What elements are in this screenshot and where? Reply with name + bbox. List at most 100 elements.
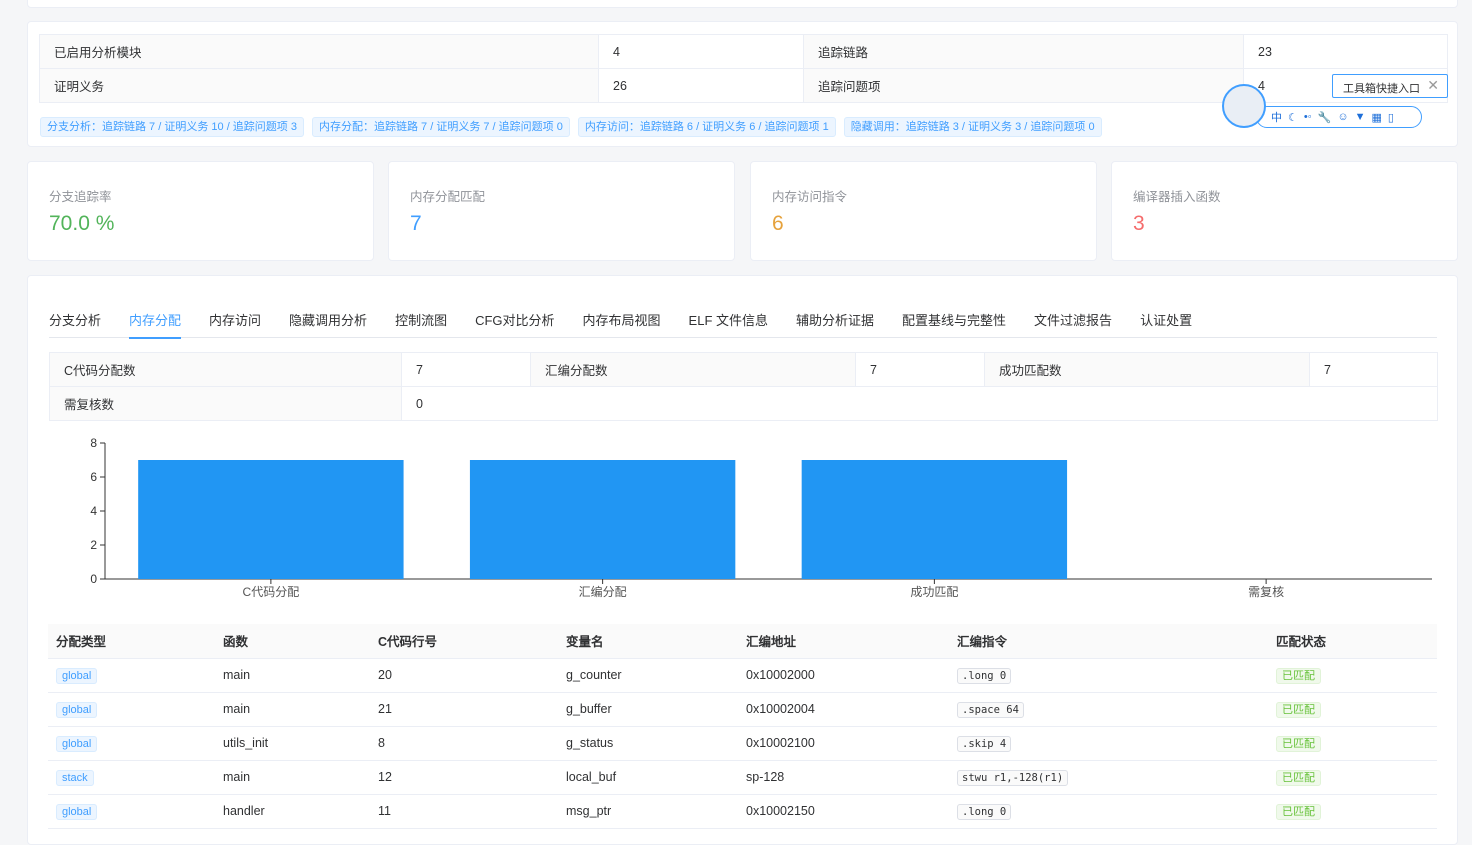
match-status-tag: 已匹配 <box>1276 804 1321 820</box>
col-match-status[interactable]: 匹配状态 <box>1268 624 1437 659</box>
tag-hidden-call: 隐藏调用：追踪链路 3 / 证明义务 3 / 追踪问题项 0 <box>843 117 1102 137</box>
label-asm-alloc: 汇编分配数 <box>530 352 856 387</box>
col-function[interactable]: 函数 <box>215 624 370 659</box>
col-asm-instr[interactable]: 汇编指令 <box>949 624 1268 659</box>
tab-cfg[interactable]: 控制流图 <box>395 296 447 338</box>
table-cell: 已匹配 <box>1268 658 1437 693</box>
value-c-alloc: 7 <box>401 352 531 387</box>
table-row[interactable]: global handler 11 msg_ptr 0x10002150 .long 0 已… <box>48 794 1437 829</box>
table-cell: 11 <box>370 794 558 829</box>
value-matched: 7 <box>1309 352 1438 387</box>
ime-toolbar[interactable]: 工具箱快捷入口 ✕ 中 ☾ •◦ 🔧 ☺ ▼ ▦ ▯ <box>1222 74 1452 134</box>
stat-memory-access-instr: 内存访问指令 6 <box>750 161 1097 261</box>
avatar[interactable] <box>1222 84 1266 128</box>
cell-function: handler <box>223 804 265 818</box>
value-obligations: 26 <box>598 68 804 103</box>
table-cell: utils_init <box>215 726 370 761</box>
table-cell: .long 0 <box>949 794 1268 829</box>
tab-hidden-call[interactable]: 隐藏调用分析 <box>289 296 367 338</box>
table-cell: main <box>215 760 370 795</box>
value-trace-links: 23 <box>1243 34 1448 69</box>
label-obligations: 证明义务 <box>39 68 599 103</box>
module-tags: 分支分析：追踪链路 7 / 证明义务 10 / 追踪问题项 3 内存分配：追踪链… <box>40 117 1102 137</box>
tab-memory-alloc[interactable]: 内存分配 <box>129 296 182 339</box>
cell-c-line: 20 <box>378 668 392 682</box>
cell-function: main <box>223 702 251 716</box>
moon-icon[interactable]: ☾ <box>1288 111 1298 124</box>
table-cell: global <box>48 726 215 761</box>
tab-memory-layout[interactable]: 内存布局视图 <box>583 296 661 338</box>
stat-title: 编译器插入函数 <box>1133 190 1221 204</box>
cell-asm-instr: .space 64 <box>957 702 1024 718</box>
tab-certification[interactable]: 认证处置 <box>1140 296 1192 338</box>
table-cell: g_counter <box>558 658 738 693</box>
tab-cfg-compare[interactable]: CFG对比分析 <box>475 296 554 338</box>
cell-asm-instr: .skip 4 <box>957 736 1012 752</box>
table-cell: handler <box>215 794 370 829</box>
cell-asm-address: sp-128 <box>746 770 785 784</box>
y-tick-label: 6 <box>90 470 97 484</box>
tag-memory-access: 内存访问：追踪链路 6 / 证明义务 6 / 追踪问题项 1 <box>577 117 836 137</box>
cell-c-line: 8 <box>378 736 385 750</box>
table-cell: 20 <box>370 658 558 693</box>
col-asm-address[interactable]: 汇编地址 <box>738 624 949 659</box>
table-cell: main <box>215 692 370 727</box>
table-cell: .long 0 <box>949 658 1268 693</box>
tab-branch[interactable]: 分支分析 <box>49 296 101 338</box>
alloc-type-tag: global <box>56 736 98 752</box>
close-icon[interactable]: ✕ <box>1427 77 1439 94</box>
cell-var-name: msg_ptr <box>566 804 612 818</box>
cell-asm-address: 0x10002150 <box>746 804 815 818</box>
table-header-row: 分配类型 函数 C代码行号 变量名 汇编地址 汇编指令 匹配状态 <box>48 624 1437 659</box>
table-row[interactable]: stack main 12 local_buf sp-128 stwu r1,-128(r… <box>48 760 1437 795</box>
table-row[interactable]: global utils_init 8 g_status 0x10002100 .skip… <box>48 726 1437 761</box>
tab-filter-report[interactable]: 文件过滤报告 <box>1034 296 1112 338</box>
table-cell: main <box>215 658 370 693</box>
lock-icon[interactable]: ▯ <box>1388 111 1394 124</box>
table-cell: 21 <box>370 692 558 727</box>
col-c-line[interactable]: C代码行号 <box>370 624 558 659</box>
table-cell: 已匹配 <box>1268 692 1437 727</box>
ime-bar[interactable]: 中 ☾ •◦ 🔧 ☺ ▼ ▦ ▯ <box>1256 106 1422 128</box>
stat-compiler-inserted-funcs: 编译器插入函数 3 <box>1111 161 1458 261</box>
table-cell: global <box>48 794 215 829</box>
wrench-icon[interactable]: 🔧 <box>1318 111 1332 124</box>
stat-memory-alloc-match: 内存分配匹配 7 <box>388 161 735 261</box>
shirt-icon[interactable]: ▼ <box>1355 111 1366 123</box>
stat-title: 分支追踪率 <box>49 190 112 204</box>
table-row[interactable]: global main 20 g_counter 0x10002000 .long 0 已匹… <box>48 658 1437 693</box>
y-tick-label: 8 <box>90 436 97 450</box>
table-cell: stwu r1,-128(r1) <box>949 760 1268 795</box>
col-var-name[interactable]: 变量名 <box>558 624 738 659</box>
bar <box>801 460 1068 579</box>
tab-baseline[interactable]: 配置基线与完整性 <box>902 296 1006 338</box>
cell-asm-instr: .long 0 <box>957 668 1012 684</box>
y-tick-label: 0 <box>90 572 97 586</box>
cell-asm-address: 0x10002000 <box>746 668 815 682</box>
cell-c-line: 11 <box>378 804 391 818</box>
table-cell: 0x10002100 <box>738 726 949 761</box>
match-status-tag: 已匹配 <box>1276 770 1321 786</box>
table-cell: .space 64 <box>949 692 1268 727</box>
alloc-type-tag: global <box>56 668 98 684</box>
table-row[interactable]: global main 21 g_buffer 0x10002004 .space 64 已… <box>48 692 1437 727</box>
tab-evidence[interactable]: 辅助分析证据 <box>796 296 874 338</box>
cell-var-name: g_counter <box>566 668 622 682</box>
table-cell: global <box>48 658 215 693</box>
table-cell: msg_ptr <box>558 794 738 829</box>
smile-icon[interactable]: ☺ <box>1337 111 1348 123</box>
punct-icon[interactable]: •◦ <box>1304 111 1312 123</box>
table-cell: 8 <box>370 726 558 761</box>
ime-lang-indicator[interactable]: 中 <box>1271 109 1282 125</box>
tab-memory-access[interactable]: 内存访问 <box>209 296 261 338</box>
cell-var-name: g_status <box>566 736 614 750</box>
tab-elf-info[interactable]: ELF 文件信息 <box>689 296 768 338</box>
grid-icon[interactable]: ▦ <box>1371 111 1381 124</box>
label-trace-issues: 追踪问题项 <box>803 68 1244 103</box>
table-cell: 0x10002004 <box>738 692 949 727</box>
table-cell: 已匹配 <box>1268 726 1437 761</box>
stat-value: 7 <box>410 212 422 235</box>
alloc-bar-chart: 0 2 4 6 8 C代码分配 汇编分配 成功匹配 需复核 <box>90 436 1432 599</box>
col-alloc-type[interactable]: 分配类型 <box>48 624 215 659</box>
cell-function: utils_init <box>223 736 269 750</box>
